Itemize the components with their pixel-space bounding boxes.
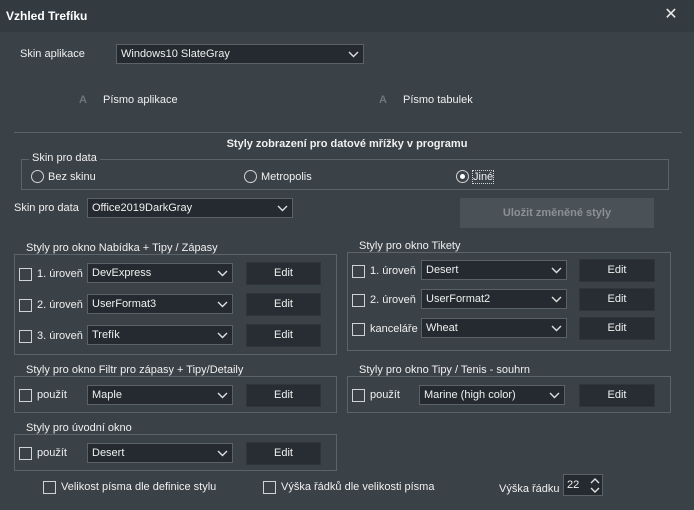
app-font-label[interactable]: Písmo aplikace	[103, 94, 178, 106]
chevron-down-icon	[277, 205, 288, 212]
nabidka-level3-checkbox[interactable]	[19, 330, 32, 343]
close-icon[interactable]: ✕	[662, 6, 680, 24]
radio-bez-skinu[interactable]	[31, 170, 44, 183]
data-skin-value: Office2019DarkGray	[92, 202, 193, 214]
app-font-icon[interactable]: A	[79, 94, 87, 106]
tikety-level2-checkbox[interactable]	[352, 294, 365, 307]
row-height-by-font-label[interactable]: Výška řádků dle velikosti písma	[281, 481, 434, 493]
app-skin-select[interactable]: Windows10 SlateGray	[116, 44, 364, 64]
uvodni-group-title: Styly pro úvodní okno	[23, 422, 135, 434]
chevron-down-icon	[217, 270, 228, 277]
radio-jine[interactable]	[456, 170, 469, 183]
nabidka-level1-label[interactable]: 1. úroveň	[37, 268, 83, 280]
grid-styles-header: Styly zobrazení pro datové mřížky v prog…	[226, 138, 468, 150]
uvodni-edit-button[interactable]: Edit	[246, 442, 321, 465]
row-height-by-font-checkbox[interactable]	[263, 481, 276, 494]
font-size-by-style-checkbox[interactable]	[43, 481, 56, 494]
chevron-down-icon	[217, 301, 228, 308]
tikety-level2-edit-button[interactable]: Edit	[579, 288, 655, 311]
chevron-down-icon	[551, 296, 562, 303]
chevron-down-icon	[549, 392, 560, 399]
nabidka-level1-edit-button[interactable]: Edit	[246, 262, 321, 285]
uvodni-value: Desert	[92, 447, 125, 459]
filtr-value: Maple	[92, 389, 122, 401]
spin-down-icon[interactable]	[590, 486, 600, 494]
tikety-level1-label[interactable]: 1. úroveň	[370, 265, 416, 277]
row-height-spinner[interactable]: 22	[563, 474, 603, 496]
tikety-office-value: Wheat	[426, 322, 458, 334]
uvodni-use-label[interactable]: použít	[37, 447, 67, 459]
tenis-group-title: Styly pro okno Tipy / Tenis - souhrn	[356, 364, 533, 376]
title-bar: Vzhled Trefíku ✕	[0, 0, 694, 32]
filtr-edit-button[interactable]: Edit	[246, 384, 321, 407]
tikety-office-edit-button[interactable]: Edit	[579, 317, 655, 340]
tikety-office-select[interactable]: Wheat	[421, 318, 567, 338]
nabidka-level2-select[interactable]: UserFormat3	[87, 294, 233, 314]
tikety-level2-value: UserFormat2	[426, 293, 491, 305]
nabidka-level2-edit-button[interactable]: Edit	[246, 293, 321, 316]
tikety-office-checkbox[interactable]	[352, 323, 365, 336]
nabidka-level1-value: DevExpress	[92, 267, 152, 279]
tikety-level2-label[interactable]: 2. úroveň	[370, 294, 416, 306]
tenis-value: Marine (high color)	[424, 389, 516, 401]
spin-up-icon[interactable]	[590, 477, 600, 485]
data-skin-label: Skin pro data	[14, 202, 79, 214]
radio-jine-label[interactable]: Jiné	[471, 170, 495, 184]
tikety-level1-value: Desert	[426, 264, 459, 276]
tenis-use-label[interactable]: použít	[370, 389, 400, 401]
app-skin-value: Windows10 SlateGray	[121, 48, 230, 60]
table-font-label[interactable]: Písmo tabulek	[403, 94, 473, 106]
row-height-value: 22	[567, 479, 580, 491]
row-height-label: Výška řádku	[499, 483, 560, 495]
window-title: Vzhled Trefíku	[6, 9, 88, 23]
nabidka-group-title: Styly pro okno Nabídka + Tipy / Zápasy	[23, 242, 221, 254]
tikety-level1-edit-button[interactable]: Edit	[579, 259, 655, 282]
nabidka-level3-value: Trefík	[92, 329, 120, 341]
chevron-down-icon	[217, 392, 228, 399]
radio-bez-skinu-label[interactable]: Bez skinu	[48, 171, 96, 183]
nabidka-level1-select[interactable]: DevExpress	[87, 263, 233, 283]
tikety-office-label[interactable]: kanceláře	[370, 323, 418, 335]
radio-metropolis[interactable]	[244, 170, 257, 183]
filtr-use-checkbox[interactable]	[19, 389, 32, 402]
chevron-down-icon	[551, 325, 562, 332]
chevron-down-icon	[551, 267, 562, 274]
tenis-select[interactable]: Marine (high color)	[419, 385, 565, 405]
tenis-use-checkbox[interactable]	[352, 389, 365, 402]
tikety-level1-checkbox[interactable]	[352, 265, 365, 278]
data-skin-select[interactable]: Office2019DarkGray	[87, 198, 293, 218]
nabidka-level3-edit-button[interactable]: Edit	[246, 324, 321, 347]
data-skin-group	[21, 159, 669, 190]
filtr-select[interactable]: Maple	[87, 385, 233, 405]
nabidka-level2-label[interactable]: 2. úroveň	[37, 299, 83, 311]
filtr-group-title: Styly pro okno Filtr pro zápasy + Tipy/D…	[23, 364, 247, 376]
save-styles-button[interactable]: Uložit změněné styly	[460, 198, 654, 228]
data-skin-group-title: Skin pro data	[29, 152, 100, 164]
uvodni-select[interactable]: Desert	[87, 443, 233, 463]
nabidka-level1-checkbox[interactable]	[19, 268, 32, 281]
section-divider	[14, 132, 682, 133]
chevron-down-icon	[217, 332, 228, 339]
nabidka-level2-value: UserFormat3	[92, 298, 157, 310]
chevron-down-icon	[348, 51, 359, 58]
chevron-down-icon	[217, 450, 228, 457]
uvodni-use-checkbox[interactable]	[19, 447, 32, 460]
tikety-group-title: Styly pro okno Tikety	[356, 240, 464, 252]
nabidka-level3-select[interactable]: Trefík	[87, 325, 233, 345]
table-font-icon[interactable]: A	[379, 94, 387, 106]
tenis-edit-button[interactable]: Edit	[579, 384, 655, 407]
filtr-use-label[interactable]: použít	[37, 389, 67, 401]
nabidka-level3-label[interactable]: 3. úroveň	[37, 330, 83, 342]
radio-metropolis-label[interactable]: Metropolis	[261, 171, 312, 183]
font-size-by-style-label[interactable]: Velikost písma dle definice stylu	[61, 481, 216, 493]
tikety-level2-select[interactable]: UserFormat2	[421, 289, 567, 309]
tikety-level1-select[interactable]: Desert	[421, 260, 567, 280]
app-skin-label: Skin aplikace	[20, 48, 85, 60]
nabidka-level2-checkbox[interactable]	[19, 299, 32, 312]
